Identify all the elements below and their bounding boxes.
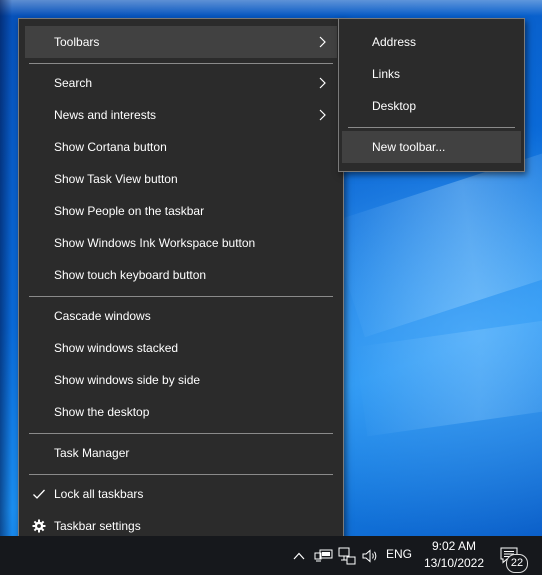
menu-item-label: Address: [372, 35, 417, 49]
menu-separator: [348, 127, 515, 128]
menu-item-label: Taskbar settings: [54, 519, 141, 533]
menu-item-show-windows-side-by-side[interactable]: Show windows side by side: [25, 364, 337, 396]
chevron-right-icon: [319, 77, 326, 89]
wallpaper-shadow: [0, 0, 12, 536]
submenu-item-desktop[interactable]: Desktop: [342, 90, 521, 122]
toolbars-submenu: Address Links Desktop New toolbar...: [338, 18, 525, 172]
menu-item-label: News and interests: [54, 108, 157, 122]
menu-item-label: Show Cortana button: [54, 140, 167, 154]
menu-item-show-the-desktop[interactable]: Show the desktop: [25, 396, 337, 428]
menu-item-search[interactable]: Search: [25, 67, 337, 99]
wallpaper-light-beam: [354, 313, 542, 437]
menu-item-label: Toolbars: [54, 35, 100, 49]
submenu-item-new-toolbar[interactable]: New toolbar...: [342, 131, 521, 163]
menu-item-label: Show Windows Ink Workspace button: [54, 236, 256, 250]
chevron-right-icon: [319, 36, 326, 48]
menu-item-show-people[interactable]: Show People on the taskbar: [25, 195, 337, 227]
menu-item-label: Links: [372, 67, 401, 81]
menu-item-lock-all-taskbars[interactable]: Lock all taskbars: [25, 478, 337, 510]
wallpaper-highlight: [0, 0, 542, 16]
clock[interactable]: 9:02 AM 13/10/2022: [420, 538, 488, 572]
volume-icon[interactable]: [360, 546, 380, 566]
menu-item-label: Show windows stacked: [54, 341, 179, 355]
menu-item-show-cortana-button[interactable]: Show Cortana button: [25, 131, 337, 163]
menu-separator: [29, 63, 333, 64]
menu-separator: [29, 296, 333, 297]
menu-item-label: Show the desktop: [54, 405, 150, 419]
menu-item-label: New toolbar...: [372, 140, 446, 154]
menu-item-cascade-windows[interactable]: Cascade windows: [25, 300, 337, 332]
network-icon[interactable]: [336, 545, 358, 567]
menu-item-show-windows-ink-workspace[interactable]: Show Windows Ink Workspace button: [25, 227, 337, 259]
menu-item-label: Cascade windows: [54, 309, 151, 323]
submenu-item-links[interactable]: Links: [342, 58, 521, 90]
battery-icon[interactable]: [313, 546, 335, 566]
menu-item-label: Show touch keyboard button: [54, 268, 207, 282]
menu-item-task-manager[interactable]: Task Manager: [25, 437, 337, 469]
chevron-right-icon: [319, 109, 326, 121]
gear-icon: [32, 519, 46, 533]
clock-time: 9:02 AM: [431, 539, 477, 553]
menu-item-show-task-view-button[interactable]: Show Task View button: [25, 163, 337, 195]
menu-separator: [29, 433, 333, 434]
menu-item-label: Show windows side by side: [54, 373, 201, 387]
menu-item-label: Desktop: [372, 99, 417, 113]
chevron-up-icon[interactable]: [291, 548, 307, 564]
taskbar[interactable]: ENG 9:02 AM 13/10/2022 22: [0, 536, 542, 575]
menu-item-label: Task Manager: [54, 446, 130, 460]
checkmark-icon: [33, 489, 45, 499]
menu-item-toolbars[interactable]: Toolbars: [25, 26, 337, 58]
clock-date: 13/10/2022: [423, 556, 485, 570]
taskbar-context-menu: Toolbars Search News and interests Show …: [18, 18, 344, 552]
menu-item-news-and-interests[interactable]: News and interests: [25, 99, 337, 131]
submenu-item-address[interactable]: Address: [342, 26, 521, 58]
menu-separator: [29, 474, 333, 475]
menu-item-show-windows-stacked[interactable]: Show windows stacked: [25, 332, 337, 364]
notification-count-badge: 22: [506, 554, 528, 573]
menu-item-label: Search: [54, 76, 93, 90]
menu-item-label: Show Task View button: [54, 172, 178, 186]
menu-item-label: Show People on the taskbar: [54, 204, 205, 218]
menu-item-label: Lock all taskbars: [54, 487, 144, 501]
menu-item-show-touch-keyboard[interactable]: Show touch keyboard button: [25, 259, 337, 291]
language-indicator[interactable]: ENG: [386, 547, 412, 561]
